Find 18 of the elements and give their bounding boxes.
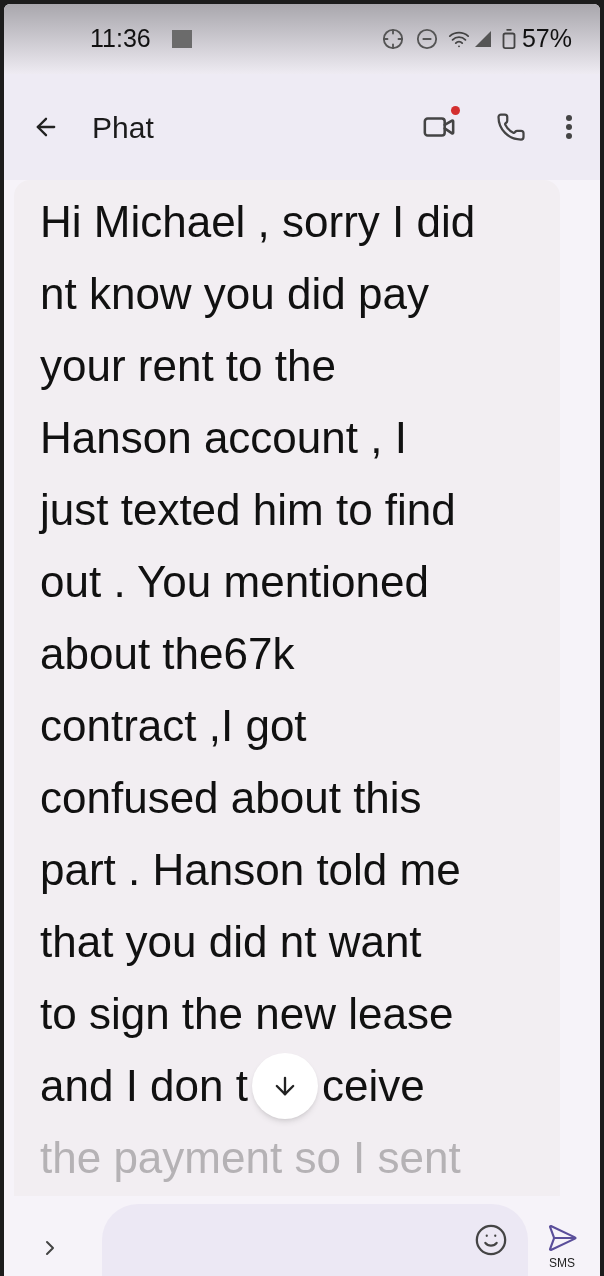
more-options-button[interactable] — [566, 115, 572, 139]
more-icon — [566, 115, 572, 139]
message-input-field[interactable] — [102, 1204, 528, 1276]
send-button[interactable]: SMS — [546, 1222, 578, 1272]
message-text: and I don t — [40, 1060, 248, 1112]
app-notification-icon — [170, 29, 193, 49]
phone-icon — [496, 112, 526, 142]
signal-icon — [473, 30, 492, 48]
emoji-icon[interactable] — [474, 1223, 508, 1257]
phone-call-button[interactable] — [496, 112, 526, 142]
location-icon — [381, 28, 404, 50]
message-text: ceive — [321, 1060, 425, 1112]
status-time: 11:36 — [90, 23, 151, 55]
do-not-disturb-icon — [415, 28, 438, 50]
battery-percent: 57% — [521, 23, 572, 55]
contact-name: Phat — [92, 109, 154, 146]
send-icon — [546, 1222, 578, 1254]
message-text: the payment so I sent — [40, 1132, 461, 1184]
